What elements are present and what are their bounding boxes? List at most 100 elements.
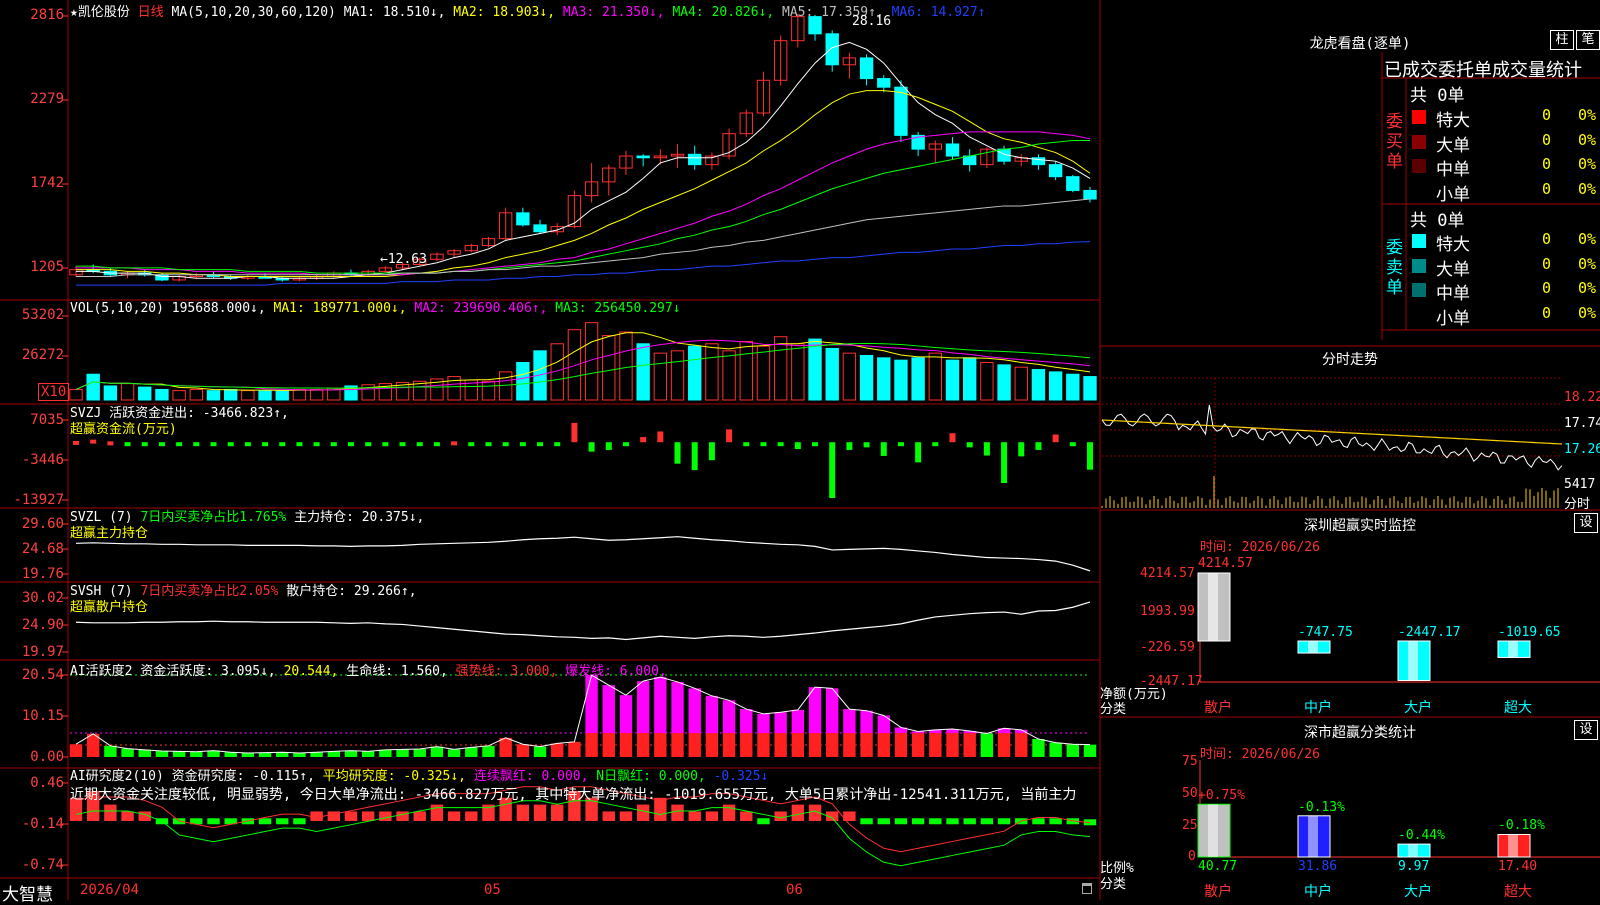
activity-bar bbox=[190, 751, 203, 757]
volume-bar bbox=[894, 359, 908, 401]
research-bar bbox=[447, 811, 461, 821]
activity-bar bbox=[826, 733, 839, 757]
main-yaxis: 2816 2279 1742 1205 bbox=[0, 0, 64, 300]
stock-name[interactable]: ★凯伦股份 bbox=[70, 5, 130, 20]
activity-bar bbox=[533, 746, 547, 757]
activity-bar bbox=[740, 733, 753, 757]
activity-bar-burst bbox=[636, 681, 650, 734]
candle-body bbox=[1083, 189, 1097, 200]
activity-bar-burst bbox=[757, 713, 770, 734]
research-bar bbox=[533, 804, 547, 821]
row-label: 小单 bbox=[1436, 308, 1470, 329]
sz-class-value: 9.97 bbox=[1398, 859, 1430, 874]
sz-monitor-ylabel: 4214.57 bbox=[1140, 566, 1195, 581]
svzl-line2: 超赢主力持仓 bbox=[70, 526, 149, 541]
research-bar bbox=[619, 811, 633, 821]
activity-bar bbox=[877, 733, 890, 757]
volume-bar bbox=[773, 336, 788, 401]
svsh-label: SVSH (7) bbox=[70, 584, 133, 599]
volume-unit-button[interactable]: X10 bbox=[38, 383, 70, 401]
ai-research-yaxis: 0.46 -0.14 -0.74 bbox=[0, 768, 64, 878]
research-bar bbox=[860, 818, 873, 825]
main-panel-header: ★凯伦股份 日线 MA(5,10,20,30,60,120) MA1: 18.5… bbox=[70, 1, 986, 20]
fund-flow-bar bbox=[691, 442, 698, 471]
volume-ma-20 bbox=[75, 342, 1091, 390]
volume-panel-header: VOL(5,10,20) 195688.000↓, MA1: 189771.00… bbox=[70, 301, 681, 316]
yaxis-label: -13927 bbox=[13, 492, 64, 508]
volume-bar bbox=[1066, 373, 1080, 401]
fund-flow-bar bbox=[846, 442, 853, 450]
kline-chart-area[interactable] bbox=[0, 0, 1600, 900]
sz-monitor-ylabel: -226.59 bbox=[1140, 640, 1195, 655]
volume-bar bbox=[911, 357, 925, 401]
tick-mode-button[interactable]: 笔 bbox=[1576, 30, 1600, 50]
fund-flow-bar bbox=[949, 433, 956, 443]
candle-body bbox=[877, 78, 891, 88]
fund-flow-bar bbox=[502, 442, 509, 447]
sz-monitor-settings-button[interactable]: 设 bbox=[1574, 513, 1598, 533]
research-bar bbox=[396, 811, 409, 821]
yaxis-label: 30.02 bbox=[21, 590, 64, 606]
bar-mode-button[interactable]: 柱 bbox=[1550, 30, 1574, 50]
sz-class-value: 40.77 bbox=[1198, 859, 1238, 874]
sz-class-ylabel: 25 bbox=[1182, 818, 1198, 833]
activity-bar-burst bbox=[808, 687, 822, 734]
volume-bar bbox=[688, 345, 702, 401]
activity-bar bbox=[722, 733, 736, 757]
sz-class-settings-button[interactable]: 设 bbox=[1574, 720, 1598, 740]
fund-flow-bar bbox=[347, 442, 354, 447]
sz-class-change: -0.18% bbox=[1498, 818, 1545, 834]
fund-flow-bar bbox=[107, 441, 114, 446]
lock-icon[interactable] bbox=[1082, 883, 1092, 894]
sz-class-value: 17.40 bbox=[1498, 859, 1538, 874]
research-bar bbox=[293, 818, 306, 825]
color-swatch bbox=[1412, 234, 1426, 248]
fund-flow-bar bbox=[1052, 434, 1059, 443]
fund-flow-bar bbox=[708, 442, 715, 461]
activity-bar bbox=[293, 753, 306, 757]
color-swatch bbox=[1412, 159, 1426, 173]
ma-params: MA(5,10,20,30,60,120) bbox=[171, 5, 336, 20]
activity-bar bbox=[946, 733, 959, 757]
fund-flow-bar bbox=[1035, 442, 1042, 450]
ma2-value: MA2: 18.903↓, bbox=[453, 5, 556, 20]
fund-flow-bar bbox=[1069, 442, 1076, 447]
fund-flow-bar bbox=[313, 442, 320, 447]
research-bar bbox=[946, 818, 959, 825]
research-bar bbox=[877, 818, 890, 825]
research-bar bbox=[774, 811, 787, 821]
row-pct: 0% bbox=[1578, 106, 1597, 124]
sz-monitor-category: 超大 bbox=[1504, 700, 1532, 716]
activity-bar bbox=[104, 745, 117, 757]
ai-research-a: 资金研究度: -0.115↑, bbox=[171, 769, 315, 784]
sz-class-time: 时间: 2026/06/26 bbox=[1200, 747, 1320, 762]
volume-bar bbox=[567, 329, 582, 401]
volume-bar bbox=[619, 331, 633, 401]
row-count: 0 bbox=[1542, 106, 1552, 124]
research-bar bbox=[413, 811, 426, 821]
row-count: 0 bbox=[1542, 130, 1552, 149]
research-bar bbox=[911, 818, 925, 825]
activity-bar bbox=[224, 752, 237, 757]
activity-bar bbox=[774, 733, 787, 757]
activity-bar-burst bbox=[688, 688, 701, 734]
candle-body bbox=[533, 224, 547, 233]
fund-flow-bar bbox=[640, 437, 647, 443]
sz-class-bar-shine bbox=[1208, 804, 1218, 857]
research-bar bbox=[929, 818, 942, 825]
ma6-value: MA6: 14.927↑ bbox=[891, 5, 986, 20]
sz-monitor-bar-shine bbox=[1508, 641, 1518, 658]
ai-research-d: N日飘红: 0.000, bbox=[596, 769, 706, 784]
yaxis-label: 2279 bbox=[30, 91, 64, 107]
intraday-title[interactable]: 分时走势 bbox=[1280, 349, 1420, 369]
buy-total: 共 0单 bbox=[1410, 86, 1465, 106]
sz-monitor-title: 深圳超赢实时监控 bbox=[1304, 518, 1416, 534]
ma-line-ma1 bbox=[76, 41, 1091, 279]
fund-flow-bar bbox=[760, 442, 767, 447]
activity-bar bbox=[997, 733, 1011, 757]
activity-bar bbox=[1032, 739, 1045, 757]
app-brand[interactable]: 大智慧 bbox=[2, 880, 53, 905]
period-label[interactable]: 日线 bbox=[138, 5, 164, 20]
activity-bar bbox=[499, 737, 512, 757]
sz-class-bar-shine bbox=[1308, 815, 1318, 857]
